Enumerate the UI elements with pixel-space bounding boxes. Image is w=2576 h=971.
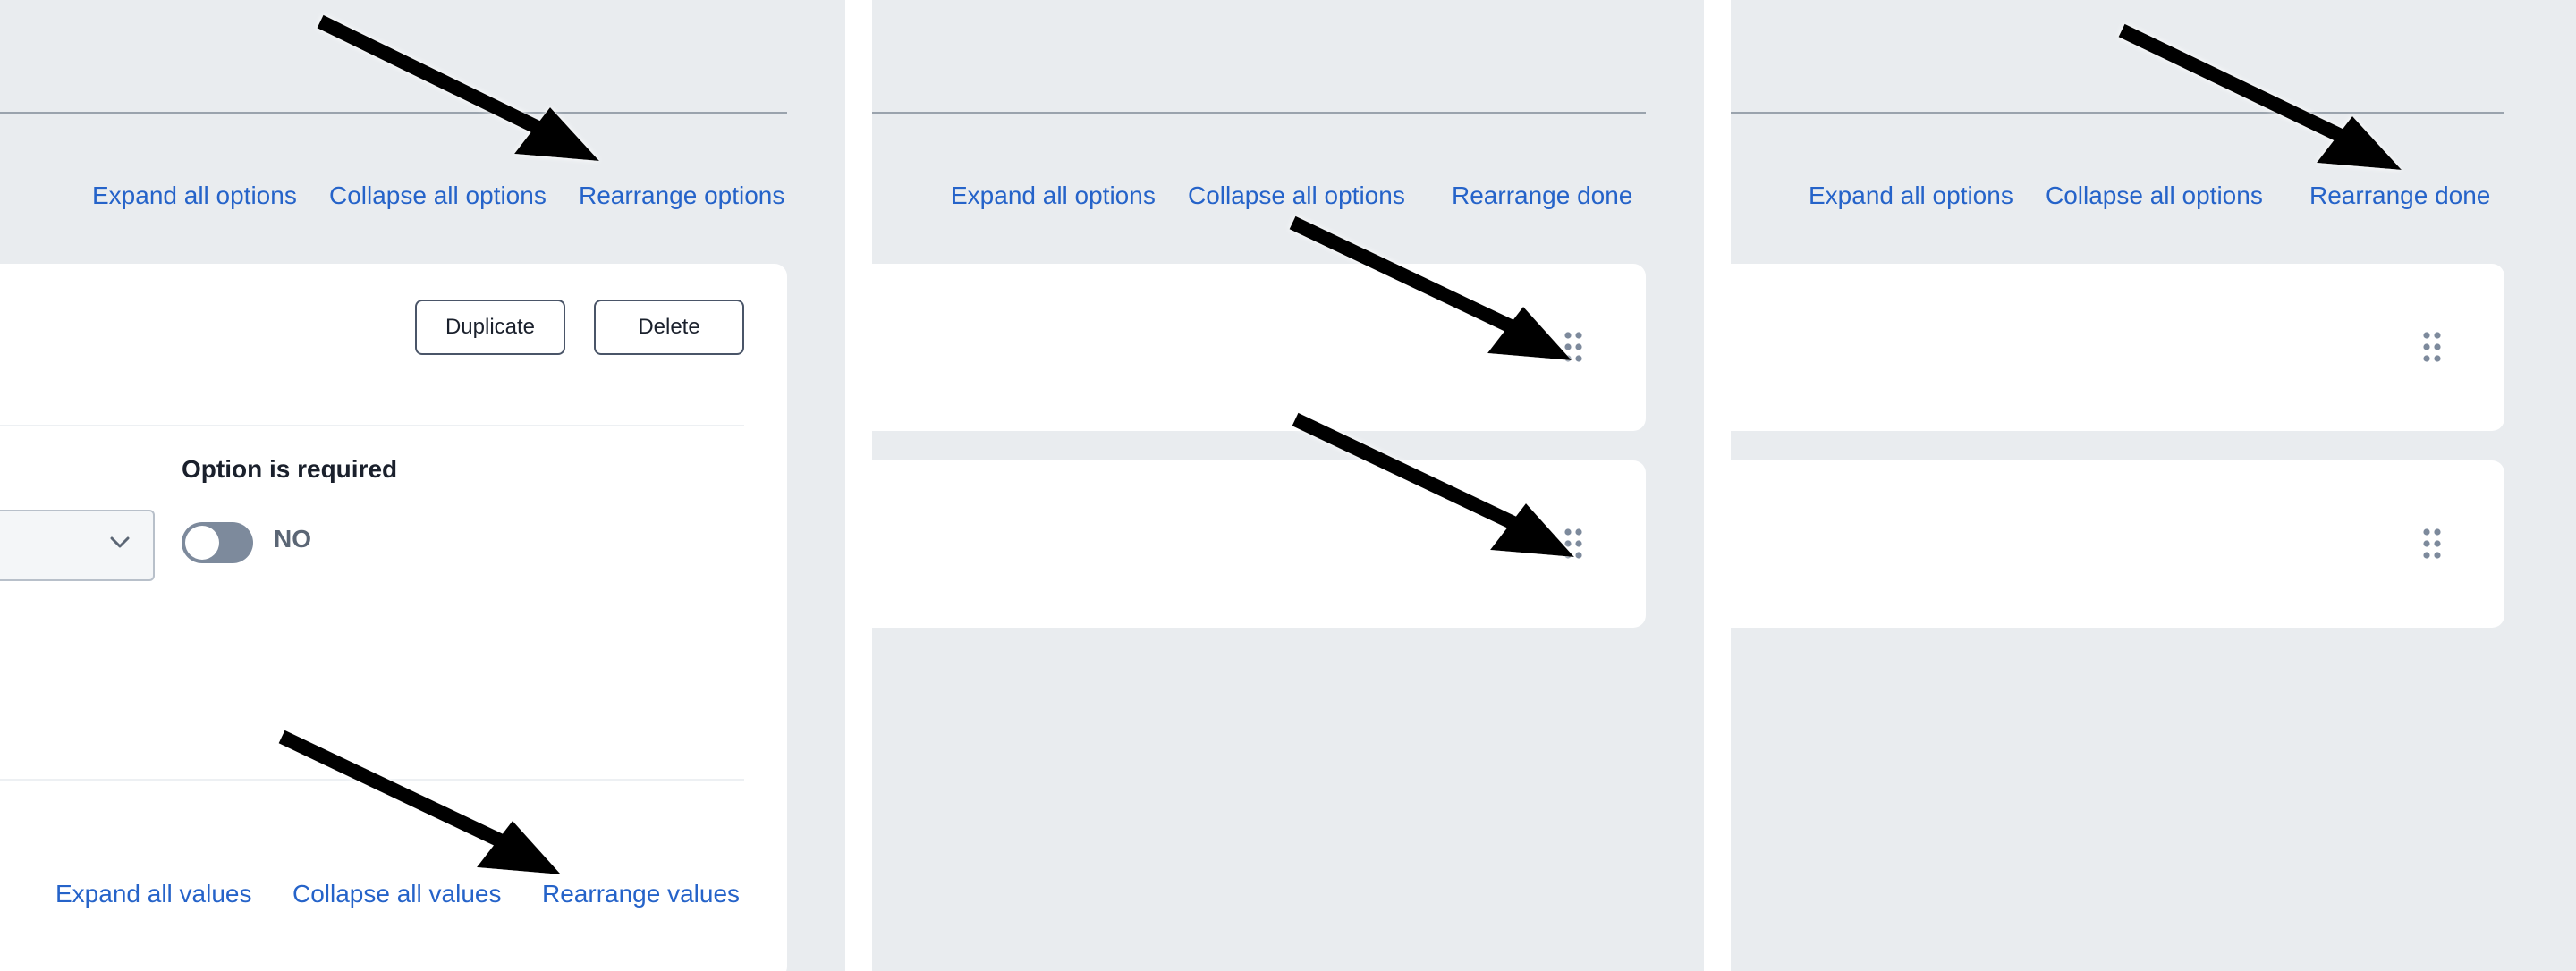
- delete-button[interactable]: Delete: [594, 300, 744, 355]
- expand-all-values-link[interactable]: Expand all values: [55, 878, 251, 910]
- chevron-down-icon: [110, 536, 130, 553]
- screenshot-composite: Expand all options Collapse all options …: [0, 0, 2576, 971]
- expand-all-options-link[interactable]: Expand all options: [92, 180, 297, 212]
- divider: [1731, 112, 2504, 114]
- toggle-state-label: NO: [274, 525, 311, 553]
- panel-rearrange-options: Expand all options Collapse all options …: [0, 0, 845, 971]
- option-card-collapsed: [872, 460, 1646, 628]
- rearrange-options-link[interactable]: Rearrange options: [579, 180, 784, 212]
- expand-all-options-link[interactable]: Expand all options: [951, 180, 1156, 212]
- drag-handle-icon[interactable]: [1564, 332, 1582, 362]
- drag-handle-icon[interactable]: [1564, 528, 1582, 559]
- option-required-label: Option is required: [182, 455, 398, 483]
- option-card-collapsed: [1731, 264, 2504, 431]
- panel-rearrange-done: Expand all options Collapse all options …: [1731, 0, 2576, 971]
- rearrange-done-link[interactable]: Rearrange done: [2309, 180, 2490, 212]
- expand-all-options-link[interactable]: Expand all options: [1809, 180, 2013, 212]
- option-card-collapsed: [1731, 460, 2504, 628]
- drag-handle-icon[interactable]: [2423, 332, 2441, 362]
- rearrange-done-link[interactable]: Rearrange done: [1452, 180, 1632, 212]
- option-card-collapsed: [872, 264, 1646, 431]
- divider: [0, 112, 787, 114]
- option-type-select[interactable]: [0, 510, 155, 581]
- option-card: Duplicate Delete Option is required NO E…: [0, 264, 787, 971]
- toggle-knob: [185, 526, 219, 560]
- collapse-all-options-link[interactable]: Collapse all options: [2046, 180, 2263, 212]
- collapse-all-options-link[interactable]: Collapse all options: [329, 180, 547, 212]
- required-toggle[interactable]: [182, 522, 253, 563]
- rearrange-values-link[interactable]: Rearrange values: [542, 878, 740, 910]
- card-divider: [0, 425, 744, 426]
- annotation-arrow: [317, 14, 599, 161]
- drag-handle-icon[interactable]: [2423, 528, 2441, 559]
- panel-rearrange-mode: Expand all options Collapse all options …: [872, 0, 1704, 971]
- values-divider: [0, 779, 744, 781]
- divider: [872, 112, 1646, 114]
- annotation-arrow: [2118, 23, 2402, 170]
- collapse-all-values-link[interactable]: Collapse all values: [292, 878, 501, 910]
- duplicate-button[interactable]: Duplicate: [415, 300, 565, 355]
- collapse-all-options-link[interactable]: Collapse all options: [1188, 180, 1405, 212]
